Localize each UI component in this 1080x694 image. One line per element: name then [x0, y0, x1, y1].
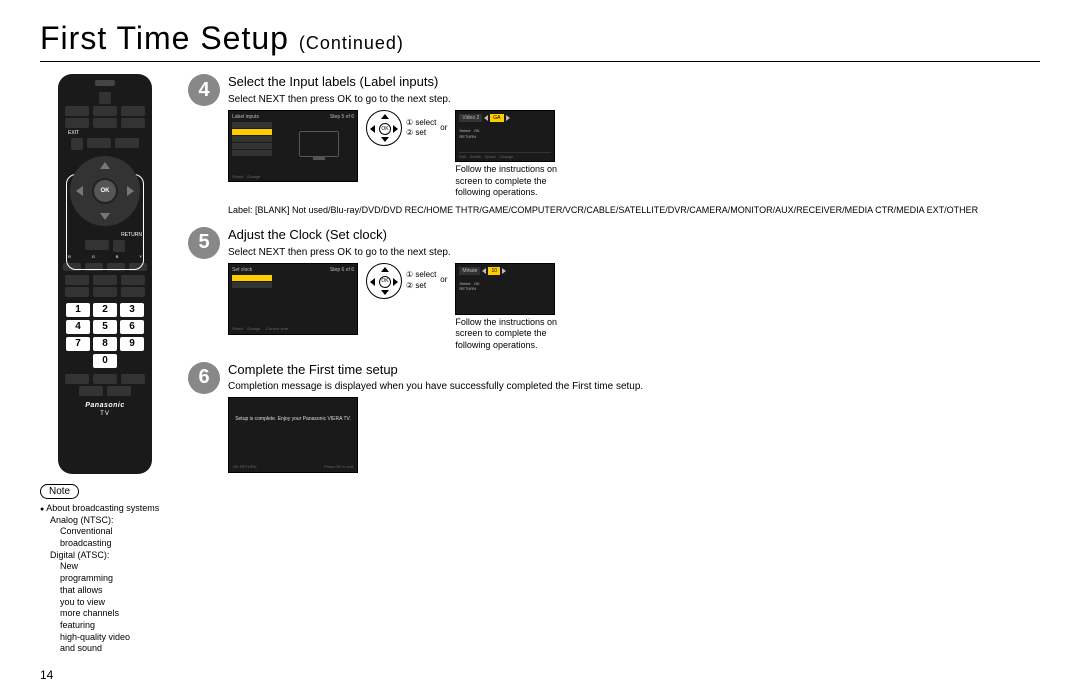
- dpad: OK: [70, 156, 140, 226]
- key-1: 1: [66, 303, 90, 317]
- arrow-left-icon: [76, 186, 83, 196]
- clock-popup: Minute 10 Select OKRETURN: [455, 263, 555, 315]
- select-label: ① select: [406, 118, 436, 128]
- note-header: Note: [40, 484, 79, 499]
- key-8: 8: [93, 337, 117, 351]
- step-badge-6: 6: [188, 362, 220, 394]
- set-label: ② set: [406, 128, 436, 138]
- triangle-left-icon: [484, 115, 488, 121]
- key-9: 9: [120, 337, 144, 351]
- key-4: 4: [66, 320, 90, 334]
- dpad-instructions: ① select ② set: [406, 270, 436, 291]
- note-text: that allows: [60, 585, 170, 597]
- ftr-ok: OK: [233, 464, 239, 469]
- key-7: 7: [66, 337, 90, 351]
- popup-return: RETURN: [459, 134, 476, 139]
- brand-label: Panasonic: [62, 402, 148, 409]
- step-5: 5 Adjust the Clock (Set clock) Select NE…: [188, 227, 1040, 352]
- label-popup: Video 2 GA Select OKRETURN Edit Delete S…: [455, 110, 555, 162]
- popup-value: GA: [490, 114, 503, 123]
- note-text: high-quality video: [60, 632, 170, 644]
- follow-instructions: Follow the instructions on screen to com…: [455, 164, 565, 199]
- step-6-title: Complete the First time setup: [228, 362, 1040, 379]
- arrow-right-icon: [127, 186, 134, 196]
- note-body: About broadcasting systems Analog (NTSC)…: [40, 503, 170, 655]
- arrow-up-icon: [100, 162, 110, 169]
- set-label: ② set: [406, 281, 436, 291]
- dpad-ok-label: OK: [379, 123, 391, 135]
- step-5-sub: Select NEXT then press OK to go to the n…: [228, 246, 1040, 259]
- note-analog: Analog (NTSC):: [50, 515, 170, 527]
- completion-message: Setup is complete. Enjoy your Panasonic …: [235, 416, 351, 423]
- popup-field: Video 2: [459, 114, 482, 123]
- popup-return: RETURN: [459, 286, 476, 291]
- or-label: or: [440, 123, 447, 133]
- triangle-right-icon: [506, 115, 510, 121]
- exit-label: EXIT: [68, 130, 148, 136]
- note-text: you to view: [60, 597, 170, 609]
- screen-step: Step 5 of 6: [330, 114, 354, 121]
- step-4: 4 Select the Input labels (Label inputs)…: [188, 74, 1040, 217]
- ftr-return: RETURN: [240, 464, 257, 469]
- ftr-exit: Press OK to exit: [324, 464, 353, 469]
- screen-step: Step 6 of 6: [330, 267, 354, 274]
- ir-window: [95, 80, 115, 86]
- screen-title: Set clock: [232, 267, 252, 274]
- popup-field: Minute: [459, 267, 480, 276]
- note-text: New: [60, 561, 170, 573]
- set-clock-screen: Set clockStep 6 of 6 Select Change Curre…: [228, 263, 358, 335]
- tv-label: TV: [62, 411, 148, 417]
- divider: [40, 61, 1040, 62]
- title-text: First Time Setup: [40, 20, 289, 56]
- key-0: 0: [93, 354, 117, 368]
- follow-instructions: Follow the instructions on screen to com…: [455, 317, 565, 352]
- completion-screen: Setup is complete. Enjoy your Panasonic …: [228, 397, 358, 473]
- numpad: 1 2 3 4 5 6 7 8 9 0: [62, 303, 148, 368]
- arrow-down-icon: [100, 213, 110, 220]
- exit-button: [71, 138, 83, 150]
- tv-icon: [299, 131, 339, 157]
- page-title: First Time Setup (Continued): [40, 20, 1040, 57]
- step-badge-5: 5: [188, 227, 220, 259]
- step-6-sub: Completion message is displayed when you…: [228, 380, 1040, 393]
- step-6: 6 Complete the First time setup Completi…: [188, 362, 1040, 474]
- note-bullet: About broadcasting systems: [40, 503, 170, 515]
- dpad-diagram: OK: [366, 263, 402, 299]
- page-number: 14: [40, 668, 53, 682]
- key-2: 2: [93, 303, 117, 317]
- power-icon: [99, 92, 111, 104]
- key-6: 6: [120, 320, 144, 334]
- label-options: Label: [BLANK] Not used/Blu-ray/DVD/DVD …: [228, 205, 1040, 217]
- key-3: 3: [120, 303, 144, 317]
- note-text: programming: [60, 573, 170, 585]
- step-5-title: Adjust the Clock (Set clock): [228, 227, 1040, 244]
- key-5: 5: [93, 320, 117, 334]
- dpad-ok-label: OK: [379, 276, 391, 288]
- note-text: more channels: [60, 608, 170, 620]
- remote-illustration: EXIT OK RETURN R G B Y: [58, 74, 152, 474]
- step-badge-4: 4: [188, 74, 220, 106]
- ok-button: OK: [92, 178, 118, 204]
- or-label: or: [440, 275, 447, 285]
- step-4-sub: Select NEXT then press OK to go to the n…: [228, 93, 1040, 106]
- note-text: featuring: [60, 620, 170, 632]
- triangle-right-icon: [502, 268, 506, 274]
- select-label: ① select: [406, 270, 436, 280]
- screen-title: Label inputs: [232, 114, 259, 121]
- popup-value: 10: [488, 267, 500, 276]
- note-text: broadcasting: [60, 538, 170, 550]
- note-text: and sound: [60, 643, 170, 655]
- dpad-diagram: OK: [366, 110, 402, 146]
- continued-text: (Continued): [299, 33, 404, 53]
- label-inputs-screen: Label inputsStep 5 of 6 Select Change: [228, 110, 358, 182]
- step-4-title: Select the Input labels (Label inputs): [228, 74, 1040, 91]
- triangle-left-icon: [482, 268, 486, 274]
- note-digital: Digital (ATSC):: [50, 550, 170, 562]
- dpad-instructions: ① select ② set: [406, 118, 436, 139]
- note-text: Conventional: [60, 526, 170, 538]
